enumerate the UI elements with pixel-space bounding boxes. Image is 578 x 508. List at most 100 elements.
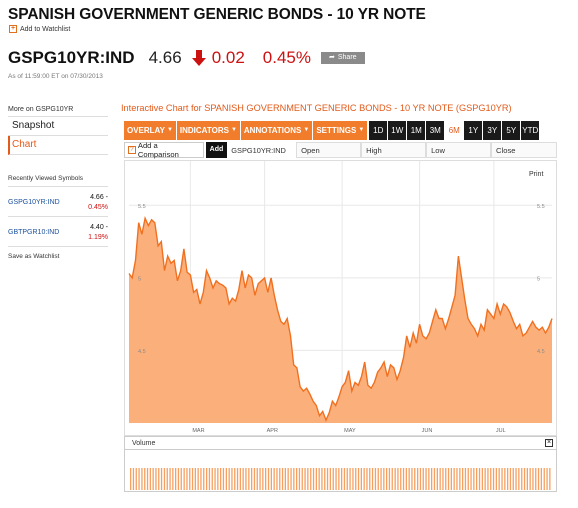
volume-bar (341, 468, 343, 490)
volume-bar (343, 468, 346, 490)
plus-icon: + (9, 25, 17, 33)
add-to-watchlist-link[interactable]: + Add to Watchlist (9, 25, 70, 33)
x-tick-label: APR (267, 428, 278, 434)
volume-bar (369, 468, 371, 490)
range-6m-button[interactable]: 6M (445, 121, 464, 140)
x-tick-label: MAR (192, 428, 204, 434)
range-1y-button[interactable]: 1Y (464, 121, 483, 140)
caret-down-icon: ▼ (166, 127, 173, 133)
volume-bar (414, 468, 416, 490)
volume-bar (405, 468, 407, 490)
volume-bar (287, 468, 289, 490)
overlay-menu[interactable]: OVERLAY ▼ (124, 121, 177, 140)
close-icon[interactable]: × (545, 439, 553, 447)
volume-bar (456, 468, 458, 490)
volume-bar (298, 468, 301, 490)
range-3m-button[interactable]: 3M (426, 121, 445, 140)
price-chart-svg: 5.5 5.5 5 5 4.5 4.5 MAR APR MAY JUN JUL Print (128, 161, 553, 434)
volume-bar (476, 468, 478, 490)
y-tick-label-left: 5 (138, 276, 141, 282)
volume-bar (450, 468, 452, 490)
range-ytd-button[interactable]: YTD (521, 121, 540, 140)
volume-bars-svg (130, 468, 551, 490)
volume-bar (380, 468, 382, 490)
volume-bar (149, 468, 151, 490)
sidebar-item-snapshot[interactable]: Snapshot (8, 117, 108, 136)
volume-bar (422, 468, 424, 490)
volume-bar (239, 468, 241, 490)
volume-bar (267, 468, 270, 490)
volume-bar (259, 468, 261, 490)
sidebar: More on GSPG10YR Snapshot Chart Recently… (8, 106, 108, 260)
volume-bar (383, 468, 385, 490)
volume-bar (338, 468, 340, 490)
y-tick-label-left: 5.5 (138, 204, 146, 210)
volume-bar (360, 468, 362, 490)
volume-bar (515, 468, 517, 490)
volume-bar (208, 468, 211, 490)
volume-bar (175, 468, 177, 490)
range-1m-button[interactable]: 1M (407, 121, 426, 140)
range-1d-button[interactable]: 1D (369, 121, 388, 140)
x-tick-label: MAY (344, 428, 356, 434)
share-button[interactable]: ➦ Share (320, 52, 365, 64)
volume-bar (447, 468, 450, 490)
volume-bar (540, 468, 542, 490)
volume-bar (141, 468, 143, 490)
add-comparison-button[interactable]: Add (205, 142, 228, 158)
volume-bar (324, 468, 326, 490)
recent-symbol-link[interactable]: GBTPGR10:IND (8, 229, 59, 236)
volume-bar (352, 468, 354, 490)
current-symbol-label: GSPG10YR:IND (231, 145, 286, 155)
price-change: 0.02 (211, 48, 245, 67)
volume-bar (189, 468, 191, 490)
range-1w-button[interactable]: 1W (388, 121, 407, 140)
sidebar-item-chart[interactable]: Chart (8, 136, 108, 155)
print-link[interactable]: Print (529, 171, 543, 178)
volume-bar (433, 468, 436, 490)
volume-bar (357, 468, 360, 490)
indicators-menu[interactable]: INDICATORS ▼ (176, 121, 241, 140)
recent-symbol-link[interactable]: GSPG10YR:IND (8, 199, 60, 206)
volume-bar (304, 468, 306, 490)
add-comparison-input[interactable]: ? Add a Comparison (124, 141, 204, 159)
settings-menu-label: SETTINGS (316, 126, 357, 135)
overlay-menu-label: OVERLAY (127, 126, 165, 135)
volume-bar (312, 468, 315, 490)
volume-bar (487, 468, 489, 490)
recent-symbol-price: 4.66 - (90, 194, 108, 201)
range-5y-button[interactable]: 5Y (502, 121, 521, 140)
price-chart[interactable]: 5.5 5.5 5 5 4.5 4.5 MAR APR MAY JUN JUL Print (124, 160, 557, 436)
volume-bar (346, 468, 348, 490)
recent-symbol-values: 4.40 - 1.19% (88, 223, 108, 243)
volume-bar (144, 468, 146, 490)
volume-bar (146, 468, 149, 490)
chart-heading: Interactive Chart for SPANISH GOVERNMENT… (121, 103, 512, 113)
volume-bar (363, 468, 365, 490)
volume-bar (301, 468, 303, 490)
volume-bar (507, 468, 509, 490)
volume-bar (543, 468, 545, 490)
volume-bar (152, 468, 154, 490)
annotations-menu[interactable]: ANNOTATIONS ▼ (240, 121, 314, 140)
range-3y-button[interactable]: 3Y (483, 121, 502, 140)
volume-bar (419, 468, 422, 490)
chart-toolbar: OVERLAY ▼ INDICATORS ▼ ANNOTATIONS ▼ SETTIN… (124, 121, 540, 140)
volume-bar (180, 468, 182, 490)
save-as-watchlist-link[interactable]: Save as Watchlist (8, 253, 108, 260)
volume-bar (408, 468, 410, 490)
low-field: Low (426, 142, 492, 158)
volume-bar (501, 468, 503, 490)
volume-bar (335, 468, 337, 490)
volume-bar (504, 468, 506, 490)
volume-bar (509, 468, 512, 490)
settings-menu[interactable]: SETTINGS ▼ (313, 121, 369, 140)
volume-bar (428, 468, 430, 490)
volume-bar (439, 468, 441, 490)
volume-bar (270, 468, 272, 490)
ticker-symbol: GSPG10YR:IND (8, 48, 135, 67)
recent-symbols-title: Recently Viewed Symbols (8, 175, 108, 187)
volume-bar (290, 468, 292, 490)
volume-bar (402, 468, 405, 490)
volume-bar (138, 468, 140, 490)
